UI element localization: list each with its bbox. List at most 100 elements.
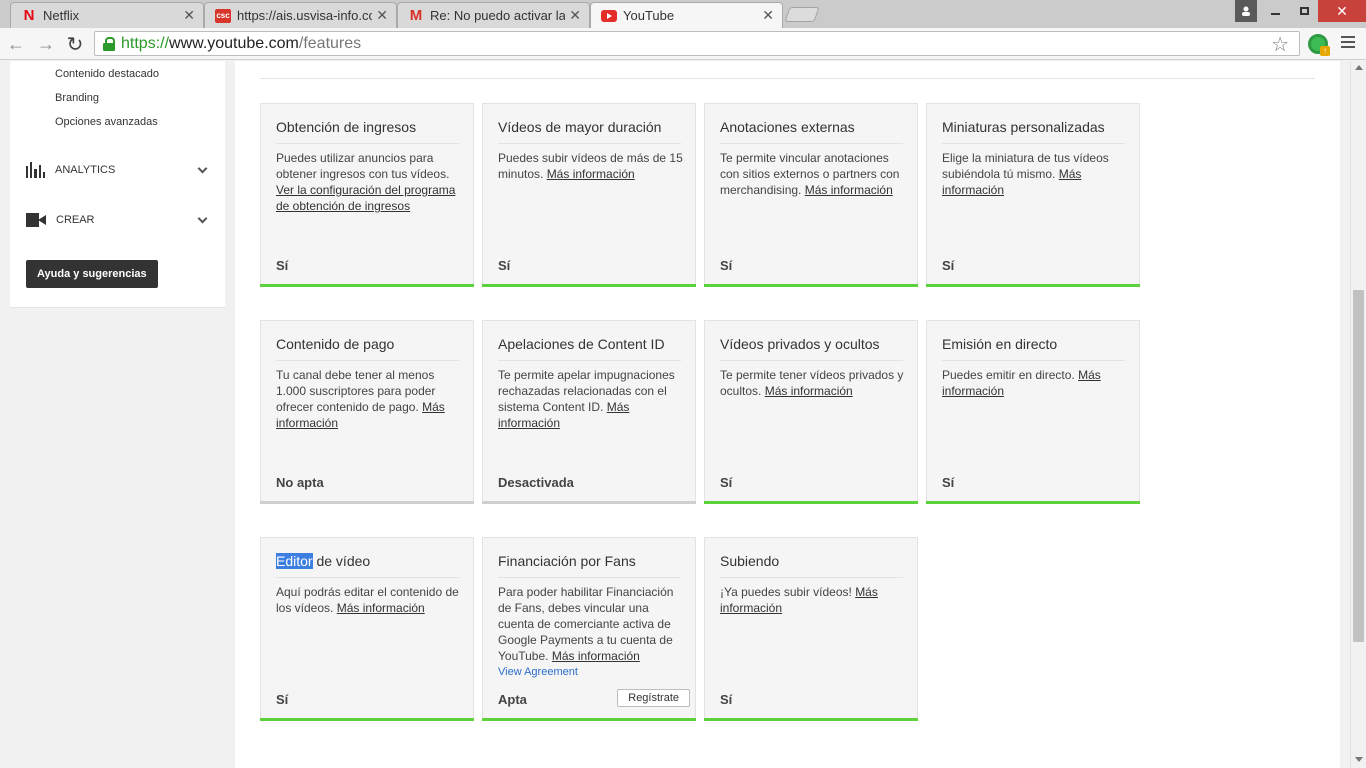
sidebar-section-label: ANALYTICS	[55, 164, 116, 176]
tab-gmail[interactable]: M Re: No puedo activar la fu ✕	[397, 2, 590, 28]
lock-icon	[103, 36, 115, 51]
feature-status: Sí	[276, 692, 289, 707]
feature-title: Editor de vídeo	[276, 553, 459, 578]
feature-card-private-unlisted: Vídeos privados y ocultos Te permite ten…	[704, 320, 918, 504]
tab-title: YouTube	[623, 8, 675, 23]
feature-title: Anotaciones externas	[720, 119, 903, 144]
page-scrollbar[interactable]	[1350, 61, 1366, 768]
minimize-icon[interactable]	[1260, 0, 1290, 22]
help-feedback-button[interactable]: Ayuda y sugerencias	[26, 260, 158, 288]
feature-title: Emisión en directo	[942, 336, 1125, 361]
status-bar	[260, 718, 474, 721]
feature-desc-text: Elige la miniatura de tus vídeos subiénd…	[942, 151, 1109, 181]
feature-description: Elige la miniatura de tus vídeos subiénd…	[942, 150, 1130, 198]
tab-title: Netflix	[43, 8, 80, 23]
close-icon[interactable]: ✕	[183, 7, 195, 24]
feature-link[interactable]: Más información	[547, 167, 635, 181]
feature-card-video-editor: Editor de vídeo Aquí podrás editar el co…	[260, 537, 474, 721]
sidebar-item-contenido-destacado[interactable]: Contenido destacado	[55, 68, 159, 80]
view-agreement-link[interactable]: View Agreement	[498, 666, 578, 678]
feature-title: Contenido de pago	[276, 336, 459, 361]
tab-usvisa[interactable]: csc https://ais.usvisa-info.com ✕	[204, 2, 397, 28]
new-tab-button[interactable]	[784, 7, 820, 22]
feature-card-monetization: Obtención de ingresos Puedes utilizar an…	[260, 103, 474, 287]
address-bar[interactable]: https://www.youtube.com/features ☆	[94, 31, 1300, 56]
tab-netflix[interactable]: N Netflix ✕	[10, 2, 204, 28]
feature-card-paid-content: Contenido de pago Tu canal debe tener al…	[260, 320, 474, 504]
url-path: /features	[298, 34, 362, 52]
scroll-down-icon[interactable]	[1355, 757, 1363, 762]
sidebar-section-label: CREAR	[56, 214, 95, 226]
feature-description: Te permite apelar impugnaciones rechazad…	[498, 367, 686, 431]
feature-description: Te permite tener vídeos privados y ocult…	[720, 367, 908, 399]
status-bar	[926, 501, 1140, 504]
extension-badge-icon: ↑	[1320, 46, 1330, 56]
tab-title: Re: No puedo activar la fu	[430, 8, 566, 23]
tab-youtube[interactable]: YouTube ✕	[590, 2, 783, 28]
feature-description: Aquí podrás editar el contenido de los v…	[276, 584, 464, 616]
restore-icon[interactable]	[1290, 0, 1318, 22]
analytics-icon	[26, 162, 46, 178]
feature-desc-text: Puedes utilizar anuncios para obtener in…	[276, 151, 450, 181]
feature-card-uploading: Subiendo ¡Ya puedes subir vídeos! Más in…	[704, 537, 918, 721]
feature-status: Sí	[720, 692, 733, 707]
feature-title: Vídeos privados y ocultos	[720, 336, 903, 361]
gmail-icon: M	[409, 7, 423, 24]
feature-link[interactable]: Ver la configuración del programa de obt…	[276, 183, 455, 213]
feature-card-longer-videos: Vídeos de mayor duración Puedes subir ví…	[482, 103, 696, 287]
feature-link[interactable]: Más información	[805, 183, 893, 197]
feature-link[interactable]: Más información	[765, 384, 853, 398]
chevron-down-icon	[197, 163, 208, 173]
feature-description: Tu canal debe tener al menos 1.000 suscr…	[276, 367, 464, 431]
register-button[interactable]: Regístrate	[617, 689, 690, 707]
scroll-up-icon[interactable]	[1355, 65, 1363, 70]
feature-title: Subiendo	[720, 553, 903, 578]
divider	[260, 78, 1315, 79]
status-bar	[482, 501, 696, 504]
feature-status: No apta	[276, 475, 324, 490]
feature-title: Miniaturas personalizadas	[942, 119, 1125, 144]
chrome-menu-icon[interactable]	[1341, 36, 1355, 50]
sidebar-section-analytics[interactable]: ANALYTICS	[26, 162, 210, 178]
feature-card-custom-thumbnails: Miniaturas personalizadas Elige la minia…	[926, 103, 1140, 287]
netflix-icon: N	[23, 7, 35, 24]
user-icon[interactable]	[1235, 0, 1257, 22]
feature-description: Para poder habilitar Financiación de Fan…	[498, 584, 686, 664]
feature-description: Puedes utilizar anuncios para obtener in…	[276, 150, 464, 214]
bookmark-star-icon[interactable]: ☆	[1271, 32, 1289, 57]
close-icon[interactable]: ✕	[569, 7, 581, 24]
status-bar	[704, 718, 918, 721]
close-icon[interactable]: ✕	[762, 7, 774, 24]
close-icon[interactable]: ✕	[376, 7, 388, 24]
reload-icon[interactable]: ↻	[63, 32, 87, 56]
sidebar: Contenido destacado Branding Opciones av…	[10, 61, 225, 308]
feature-desc-text: Tu canal debe tener al menos 1.000 suscr…	[276, 368, 436, 414]
sidebar-section-crear[interactable]: CREAR	[26, 213, 210, 227]
csc-icon: csc	[215, 8, 231, 23]
status-bar	[704, 284, 918, 287]
feature-link[interactable]: Más información	[552, 649, 640, 663]
forward-icon[interactable]: →	[34, 32, 58, 56]
status-bar	[260, 501, 474, 504]
feature-status: Desactivada	[498, 475, 574, 490]
tab-strip: N Netflix ✕ csc https://ais.usvisa-info.…	[0, 0, 1366, 28]
page-viewport: Contenido destacado Branding Opciones av…	[0, 61, 1350, 768]
feature-status: Sí	[498, 258, 511, 273]
scroll-thumb[interactable]	[1353, 290, 1364, 642]
feature-description: Puedes emitir en directo. Más informació…	[942, 367, 1130, 399]
feature-status: Sí	[276, 258, 289, 273]
back-icon[interactable]: ←	[4, 32, 28, 56]
feature-description: Te permite vincular anotaciones con siti…	[720, 150, 908, 198]
feature-title-rest: de vídeo	[312, 553, 371, 569]
sidebar-item-opciones-avanzadas[interactable]: Opciones avanzadas	[55, 116, 158, 128]
sidebar-item-branding[interactable]: Branding	[55, 92, 99, 104]
feature-card-live-streaming: Emisión en directo Puedes emitir en dire…	[926, 320, 1140, 504]
feature-link[interactable]: Más información	[337, 601, 425, 615]
tab-title: https://ais.usvisa-info.com	[237, 8, 373, 23]
browser-toolbar: ← → ↻ https://www.youtube.com/features ☆	[0, 28, 1366, 60]
feature-status: Apta	[498, 692, 527, 707]
feature-status: Sí	[720, 258, 733, 273]
feature-status: Sí	[942, 258, 955, 273]
feature-desc-text: Puedes emitir en directo.	[942, 368, 1079, 382]
window-close-icon[interactable]: ✕	[1318, 0, 1366, 22]
